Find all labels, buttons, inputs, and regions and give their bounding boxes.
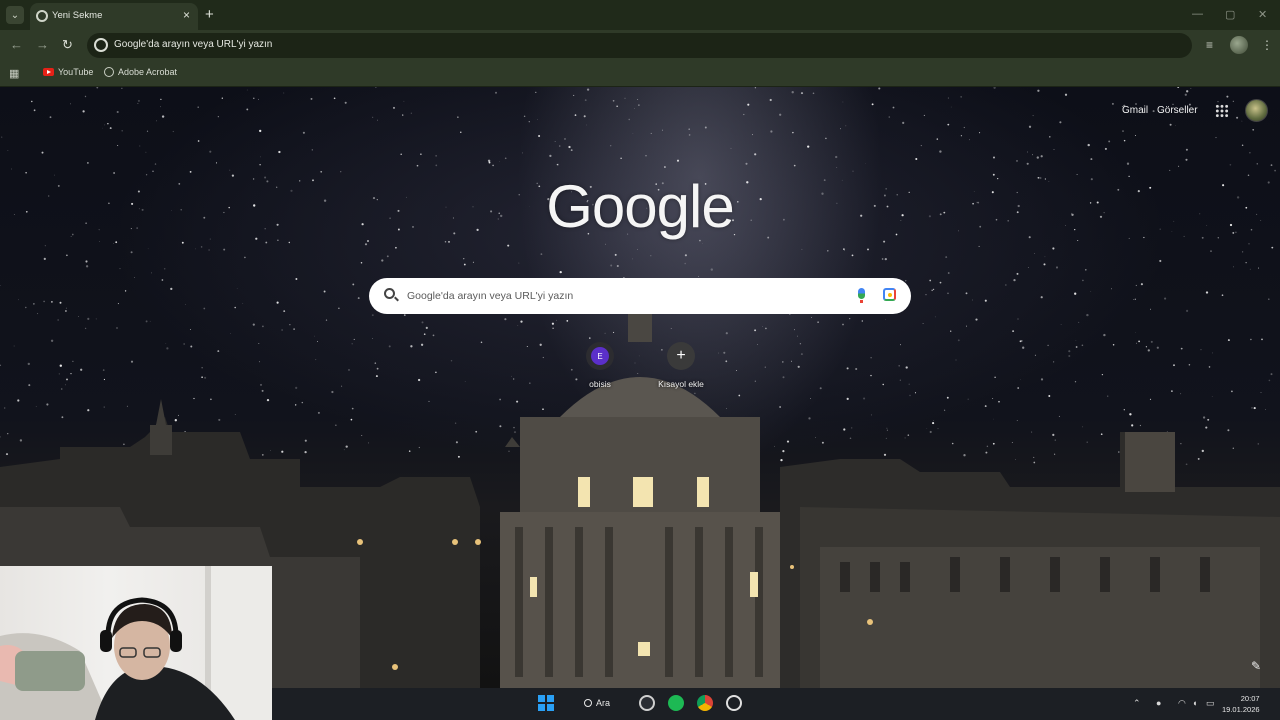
search-icon — [584, 699, 592, 707]
window-close-button[interactable]: ✕ — [1258, 8, 1267, 21]
tray-overflow-icon[interactable]: ⌃ — [1133, 698, 1141, 709]
shortcut-label: Kısayol ekle — [658, 379, 704, 389]
spotify-icon[interactable] — [668, 695, 684, 711]
clock-time: 20:07 — [1240, 694, 1260, 703]
bookmark-label: YouTube — [58, 67, 94, 77]
clock-date: 19.01.2026 — [1222, 705, 1260, 714]
acrobat-icon — [104, 67, 114, 77]
wifi-icon[interactable]: ◠ — [1178, 698, 1186, 709]
apps-grid-icon[interactable]: ▦ — [9, 67, 19, 80]
bookmark-youtube[interactable]: YouTube — [43, 67, 93, 77]
webcam-overlay — [0, 566, 272, 720]
search-icon — [384, 288, 395, 299]
customize-pencil-icon[interactable]: ✎ — [1251, 659, 1261, 673]
tab-title: Yeni Sekme — [52, 10, 103, 21]
menu-kebab-icon[interactable]: ⋮ — [1261, 38, 1273, 52]
tab-close-button[interactable]: × — [183, 8, 190, 22]
maximize-button[interactable]: ▢ — [1225, 8, 1235, 21]
shortcut-icon-bg: E — [586, 342, 614, 370]
google-apps-icon[interactable] — [1215, 104, 1229, 118]
youtube-icon — [43, 68, 54, 76]
back-icon[interactable]: ← — [10, 37, 23, 52]
chrome-icon[interactable] — [697, 695, 713, 711]
shortcut-obisis[interactable]: E obisis — [570, 342, 630, 389]
taskbar: Ara ⌃ ● ◠ ◖ ▭ 20:07 19.01.2026 — [272, 688, 1280, 720]
volume-icon[interactable]: ◖ — [1192, 698, 1197, 708]
reload-icon[interactable]: ↻ — [62, 37, 73, 53]
google-lens-icon[interactable] — [883, 288, 896, 301]
voice-search-icon[interactable] — [858, 288, 865, 303]
chrome-favicon-icon — [36, 10, 48, 22]
shortcut-add[interactable]: + Kısayol ekle — [651, 342, 711, 389]
tab-search-button[interactable]: ⌄ — [6, 6, 24, 24]
minimize-button[interactable]: — — [1192, 8, 1203, 20]
chatgpt-icon[interactable] — [726, 695, 742, 711]
taskbar-clock[interactable]: 20:07 19.01.2026 — [1222, 693, 1260, 715]
bookmark-adobe-acrobat[interactable]: Adobe Acrobat — [104, 67, 177, 77]
media-controls-icon[interactable]: ≡ — [1206, 38, 1213, 52]
address-bar[interactable]: Google'da arayın veya URL'yi yazın — [87, 33, 1192, 58]
taskbar-search-button[interactable]: Ara — [584, 698, 610, 708]
taskbar-search-label: Ara — [596, 698, 611, 708]
shortcut-label: obisis — [589, 379, 611, 389]
forward-icon[interactable]: → — [36, 37, 49, 52]
gmail-link[interactable]: Gmail — [1122, 105, 1148, 116]
plus-icon: + — [667, 342, 695, 370]
account-avatar[interactable] — [1245, 99, 1268, 122]
profile-icon[interactable] — [1230, 36, 1248, 54]
windows-start-icon[interactable] — [538, 695, 554, 711]
address-bar-text: Google'da arayın veya URL'yi yazın — [114, 39, 273, 50]
search-placeholder: Google'da arayın veya URL'yi yazın — [407, 290, 574, 302]
tab-strip: ⌄ Yeni Sekme × + — ▢ ✕ — [0, 0, 1280, 30]
chevron-down-icon: ⌄ — [10, 9, 20, 21]
task-view-icon[interactable] — [639, 695, 655, 711]
images-link[interactable]: Görseller — [1157, 105, 1198, 116]
google-g-icon — [94, 38, 108, 52]
battery-icon[interactable]: ▭ — [1206, 698, 1215, 709]
browser-toolbar: ← → ↻ Google'da arayın veya URL'yi yazın… — [0, 30, 1280, 61]
bookmark-label: Adobe Acrobat — [118, 67, 178, 77]
webcam-person-image — [0, 566, 272, 720]
tab-new-tab[interactable]: Yeni Sekme × — [30, 3, 198, 30]
bookmarks-bar: ▦ YouTube Adobe Acrobat — [0, 61, 1280, 87]
shortcut-favicon: E — [591, 347, 609, 365]
google-logo: Google — [546, 173, 734, 240]
search-box[interactable]: Google'da arayın veya URL'yi yazın — [369, 278, 911, 314]
microphone-icon[interactable]: ● — [1156, 698, 1161, 708]
new-tab-button[interactable]: + — [205, 6, 214, 23]
